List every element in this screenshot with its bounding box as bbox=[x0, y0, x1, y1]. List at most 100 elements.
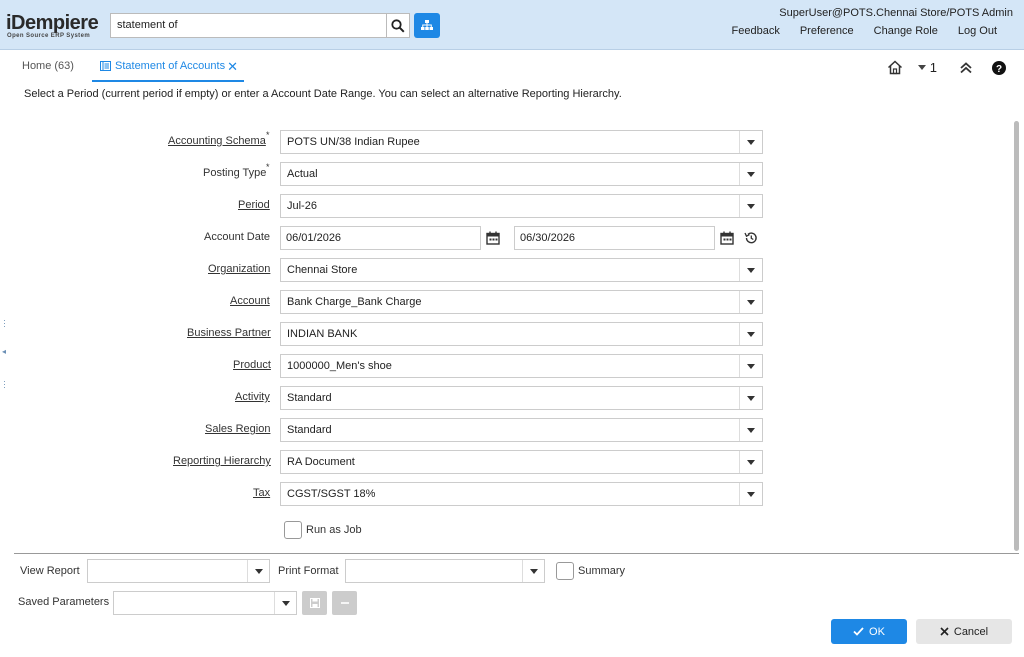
row-account-date: Account Date 06/01/2026 06/30/2026 bbox=[0, 226, 780, 250]
period-select[interactable]: Jul-26 bbox=[280, 194, 763, 218]
chevron-down-icon[interactable] bbox=[739, 259, 762, 281]
product-value: 1000000_Men's shoe bbox=[287, 360, 392, 372]
tab-statement-of-accounts[interactable]: Statement of Accounts ✕ bbox=[92, 51, 244, 82]
posting-type-label: Posting Type bbox=[203, 167, 267, 179]
sales-region-select[interactable]: Standard bbox=[280, 418, 763, 442]
window-count: 1 bbox=[929, 60, 937, 75]
reporting-hierarchy-select[interactable]: RA Document bbox=[280, 450, 763, 474]
summary-checkbox[interactable] bbox=[556, 562, 574, 580]
delete-parameters-button[interactable] bbox=[332, 591, 357, 615]
global-search-input[interactable]: statement of bbox=[110, 13, 387, 38]
cancel-button[interactable]: Cancel bbox=[916, 619, 1012, 644]
accounting-schema-value: POTS UN/38 Indian Rupee bbox=[287, 136, 420, 148]
process-instructions: Select a Period (current period if empty… bbox=[24, 88, 622, 100]
minus-icon bbox=[340, 602, 349, 604]
form-scrollbar[interactable] bbox=[1014, 121, 1019, 551]
search-button[interactable] bbox=[387, 13, 410, 38]
account-date-label: Account Date bbox=[204, 231, 271, 243]
row-business-partner: Business Partner INDIAN BANK bbox=[0, 322, 780, 346]
posting-type-select[interactable]: Actual bbox=[280, 162, 763, 186]
account-label[interactable]: Account bbox=[230, 295, 270, 307]
row-activity: Activity Standard bbox=[0, 386, 780, 410]
reporting-hierarchy-label[interactable]: Reporting Hierarchy bbox=[173, 455, 271, 467]
organization-label[interactable]: Organization bbox=[208, 263, 270, 275]
row-period: Period Jul-26 bbox=[0, 194, 780, 218]
account-date-from-input[interactable]: 06/01/2026 bbox=[280, 226, 481, 250]
view-report-select[interactable] bbox=[87, 559, 270, 583]
chevron-down-icon[interactable] bbox=[739, 355, 762, 377]
chevron-down-icon[interactable] bbox=[739, 323, 762, 345]
collapse-up-icon[interactable] bbox=[959, 61, 973, 74]
account-select[interactable]: Bank Charge_Bank Charge bbox=[280, 290, 763, 314]
history-icon[interactable] bbox=[744, 231, 758, 245]
row-accounting-schema: Accounting Schema * POTS UN/38 Indian Ru… bbox=[0, 130, 780, 154]
chevron-down-icon[interactable] bbox=[739, 451, 762, 473]
period-label[interactable]: Period bbox=[238, 199, 270, 211]
chevron-down-icon[interactable] bbox=[739, 419, 762, 441]
tax-label[interactable]: Tax bbox=[253, 487, 270, 499]
cancel-label: Cancel bbox=[953, 625, 989, 638]
row-posting-type: Posting Type * Actual bbox=[0, 162, 780, 186]
row-reporting-hierarchy: Reporting Hierarchy RA Document bbox=[0, 450, 780, 474]
view-report-label: View Report bbox=[20, 565, 80, 577]
tab-toolbar: 1 ? bbox=[886, 60, 1006, 75]
home-icon[interactable] bbox=[886, 60, 904, 75]
tax-select[interactable]: CGST/SGST 18% bbox=[280, 482, 763, 506]
help-icon[interactable]: ? bbox=[992, 60, 1006, 75]
business-partner-select[interactable]: INDIAN BANK bbox=[280, 322, 763, 346]
summary-label: Summary bbox=[578, 565, 626, 577]
print-format-label: Print Format bbox=[278, 565, 339, 577]
tab-label: Statement of Accounts bbox=[115, 59, 226, 72]
change-role-link[interactable]: Change Role bbox=[864, 25, 948, 37]
chevron-down-icon[interactable] bbox=[739, 483, 762, 505]
activity-label[interactable]: Activity bbox=[235, 391, 270, 403]
chevron-down-icon[interactable] bbox=[739, 291, 762, 313]
close-icon[interactable]: ✕ bbox=[227, 60, 238, 73]
run-as-job-checkbox[interactable] bbox=[284, 521, 302, 539]
row-tax: Tax CGST/SGST 18% bbox=[0, 482, 780, 506]
business-partner-label[interactable]: Business Partner bbox=[187, 327, 271, 339]
feedback-link[interactable]: Feedback bbox=[722, 25, 790, 37]
ok-button[interactable]: OK bbox=[831, 619, 907, 644]
logout-link[interactable]: Log Out bbox=[948, 25, 1017, 37]
calendar-icon[interactable] bbox=[720, 231, 734, 245]
product-select[interactable]: 1000000_Men's shoe bbox=[280, 354, 763, 378]
accounting-schema-select[interactable]: POTS UN/38 Indian Rupee bbox=[280, 130, 763, 154]
tab-home[interactable]: Home (63) bbox=[22, 60, 74, 72]
saved-parameters-select[interactable] bbox=[113, 591, 297, 615]
account-value: Bank Charge_Bank Charge bbox=[287, 296, 422, 308]
row-product: Product 1000000_Men's shoe bbox=[0, 354, 780, 378]
required-mark: * bbox=[266, 162, 270, 172]
report-icon bbox=[100, 60, 111, 71]
sitemap-icon bbox=[421, 20, 433, 30]
chevron-down-icon[interactable] bbox=[274, 592, 296, 614]
chevron-down-icon[interactable] bbox=[739, 195, 762, 217]
save-parameters-button[interactable] bbox=[302, 591, 327, 615]
chevron-down-icon[interactable] bbox=[522, 560, 544, 582]
check-icon bbox=[853, 627, 864, 636]
user-role-info: SuperUser@POTS.Chennai Store/POTS Admin bbox=[779, 7, 1013, 19]
window-list-dropdown[interactable]: 1 bbox=[917, 60, 937, 75]
idempiere-logo[interactable]: iDempiere Open Source ERP System bbox=[6, 13, 108, 39]
organization-select[interactable]: Chennai Store bbox=[280, 258, 763, 282]
expand-left-icon[interactable]: ◂ bbox=[2, 348, 6, 356]
chevron-down-icon[interactable] bbox=[739, 131, 762, 153]
date-to-value: 06/30/2026 bbox=[520, 232, 576, 244]
run-as-job-label: Run as Job bbox=[306, 524, 362, 536]
period-value: Jul-26 bbox=[287, 200, 317, 212]
tax-value: CGST/SGST 18% bbox=[287, 488, 376, 500]
activity-select[interactable]: Standard bbox=[280, 386, 763, 410]
chevron-down-icon[interactable] bbox=[739, 163, 762, 185]
chevron-down-icon[interactable] bbox=[739, 387, 762, 409]
print-format-select[interactable] bbox=[345, 559, 545, 583]
sales-region-label[interactable]: Sales Region bbox=[205, 423, 270, 435]
chevron-down-icon[interactable] bbox=[247, 560, 269, 582]
calendar-icon[interactable] bbox=[486, 231, 500, 245]
business-partner-value: INDIAN BANK bbox=[287, 328, 358, 340]
accounting-schema-label[interactable]: Accounting Schema bbox=[168, 135, 266, 147]
menu-tree-button[interactable] bbox=[414, 13, 440, 38]
product-label[interactable]: Product bbox=[233, 359, 271, 371]
account-date-to-input[interactable]: 06/30/2026 bbox=[514, 226, 715, 250]
preference-link[interactable]: Preference bbox=[790, 25, 864, 37]
save-icon bbox=[309, 598, 320, 608]
